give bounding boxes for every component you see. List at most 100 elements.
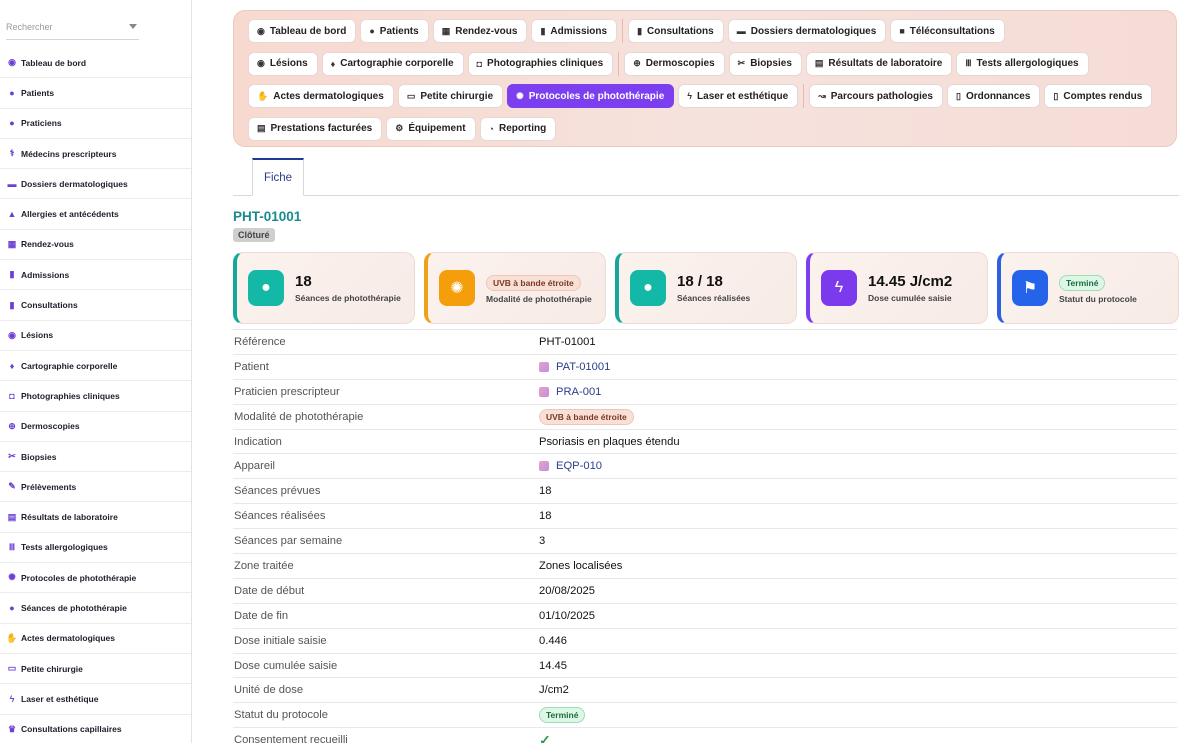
toolbar-button[interactable]: Ⅲ Tests allergologiques	[956, 51, 1089, 76]
summary-card-label: Modalité de photothérapie	[486, 293, 592, 304]
detail-label: Séances prévues	[234, 485, 321, 498]
record-link[interactable]: PAT-01001	[556, 361, 610, 373]
toolbar-button[interactable]: ▤ Résultats de laboratoire	[805, 51, 953, 76]
toolbar-button[interactable]: ◉ Lésions	[248, 51, 318, 76]
sidebar-item[interactable]: ♦ Cartographie corporelle	[0, 351, 191, 382]
summary-card-value: 18 / 18	[677, 273, 723, 290]
detail-value: J/cm2	[539, 684, 569, 697]
report-icon: ▤	[7, 511, 17, 522]
toolbar-button[interactable]: ▭ Petite chirurgie	[397, 84, 504, 108]
sidebar-item[interactable]: ✋ Actes dermatologiques	[0, 624, 191, 654]
sidebar-item[interactable]: ⚕ Médecins prescripteurs	[0, 139, 191, 170]
detail-row: Date de fin 01/10/2025	[233, 604, 1177, 629]
sidebar-item[interactable]: ♛ Consultations capillaires	[0, 715, 191, 743]
toolbar-button-label: Dossiers dermatologiques	[750, 25, 877, 37]
sidebar-item[interactable]: ✂ Biopsies	[0, 442, 191, 473]
toolbar-divider	[618, 51, 620, 76]
magnifier-icon: ⊕	[8, 420, 16, 431]
sun-icon: ✺	[439, 270, 475, 306]
record-link[interactable]: EQP-010	[556, 460, 602, 472]
toolbar-divider	[622, 19, 624, 43]
toolbar-button[interactable]: ✺ Protocoles de photothérapie	[507, 84, 675, 108]
chevron-down-icon[interactable]	[129, 24, 137, 29]
user-icon: ●	[9, 87, 15, 98]
record-link[interactable]: PRA-001	[556, 386, 601, 398]
sidebar-item-label: Prélèvements	[21, 481, 77, 492]
sidebar-item[interactable]: ◉ Lésions	[0, 321, 191, 351]
toolbar-button-label: Cartographie corporelle	[340, 58, 454, 69]
toolbar-button[interactable]: ◉ Tableau de bord	[248, 19, 357, 43]
summary-card: ✺ UVB à bande étroite Modalité de photothé…	[424, 252, 606, 324]
toolbar-button-label: Comptes rendus	[1063, 90, 1143, 102]
toolbar-button[interactable]: ▯ Ordonnances	[946, 84, 1041, 108]
sidebar-nav: ◉ Tableau de bord ● Patients ● Praticiens ⚕ Méd…	[0, 48, 191, 743]
sidebar-item[interactable]: ▲ Allergies et antécédents	[0, 199, 191, 230]
toolbar-button[interactable]: ◔ Reporting	[479, 116, 557, 141]
modality-chip: UVB à bande étroite	[539, 408, 634, 425]
sidebar-item-label: Lésions	[21, 330, 54, 341]
toolbar-button[interactable]: ▦ Rendez-vous	[432, 19, 528, 43]
toolbar-button[interactable]: ● Patients	[360, 19, 429, 43]
detail-row: Zone traitée Zones localisées	[233, 554, 1177, 579]
toolbar-divider	[803, 84, 805, 108]
video-icon: ■	[899, 26, 905, 36]
camera-icon: ◘	[9, 390, 15, 401]
detail-row: Statut du protocole Terminé	[233, 703, 1177, 729]
detail-label: Appareil	[234, 460, 276, 473]
sidebar-item[interactable]: ● Patients	[0, 78, 191, 109]
toolbar-button-label: Photographies cliniques	[487, 58, 604, 69]
sidebar-item-label: Protocoles de photothérapie	[21, 572, 137, 583]
toolbar-button[interactable]: ↝ Parcours pathologies	[809, 84, 943, 108]
toolbar-button-label: Ordonnances	[965, 90, 1031, 102]
sidebar-item[interactable]: ⊕ Dermoscopies	[0, 412, 191, 442]
calendar-icon: ▦	[441, 25, 451, 36]
sidebar-item[interactable]: ▤ Résultats de laboratoire	[0, 502, 191, 533]
sidebar-item[interactable]: ϟ Laser et esthétique	[0, 684, 191, 715]
toolbar-row: ✋ Actes dermatologiques ▭ Petite chirurgie ✺…	[248, 84, 1176, 117]
sidebar-item[interactable]: ▮ Consultations	[0, 290, 191, 321]
lightbulb-icon: ●	[248, 270, 284, 306]
toolbar-button-label: Admissions	[550, 25, 608, 37]
test-tubes-icon: Ⅲ	[965, 58, 972, 68]
toolbar-button[interactable]: ▬ Dossiers dermatologiques	[727, 19, 887, 43]
toolbar-button-label: Consultations	[647, 25, 714, 37]
sidebar-item[interactable]: ◉ Tableau de bord	[0, 48, 191, 79]
sidebar-item[interactable]: ✎ Prélèvements	[0, 472, 191, 503]
toolbar-button-label: Dermoscopies	[645, 58, 715, 69]
search-select[interactable]: Rechercher	[6, 18, 139, 40]
detail-label: Date de fin	[234, 609, 289, 622]
detail-label: Référence	[234, 335, 286, 348]
sidebar-item[interactable]: ▬ Dossiers dermatologiques	[0, 169, 191, 200]
toolbar-button[interactable]: ✋ Actes dermatologiques	[248, 84, 394, 108]
sidebar-item[interactable]: ◘ Photographies cliniques	[0, 381, 191, 412]
stethoscope-icon: ⚕	[9, 148, 15, 159]
toolbar-button[interactable]: ▮ Consultations	[628, 19, 724, 43]
tab-fiche[interactable]: Fiche	[252, 158, 304, 196]
sidebar-item[interactable]: ▮ Admissions	[0, 260, 191, 291]
toolbar-button[interactable]: ▤ Prestations facturées	[248, 116, 383, 141]
toolbar-button[interactable]: ϟ Laser et esthétique	[678, 84, 799, 108]
toolbar-button[interactable]: ⚙ Équipement	[386, 116, 476, 141]
toolbar-button[interactable]: ◘ Photographies cliniques	[467, 51, 614, 76]
sidebar-item[interactable]: Ⅲ Tests allergologiques	[0, 533, 191, 564]
toolbar-button[interactable]: ■ Téléconsultations	[890, 19, 1005, 43]
scissors-icon: ✂	[737, 58, 746, 68]
detail-row: Date de début 20/08/2025	[233, 579, 1177, 604]
toolbar-button-label: Prestations facturées	[270, 123, 373, 134]
toolbar-button-label: Tests allergologiques	[976, 58, 1079, 69]
modality-chip: UVB à bande étroite	[486, 274, 581, 291]
sidebar-item[interactable]: ▭ Petite chirurgie	[0, 654, 191, 685]
sidebar-item-label: Allergies et antécédents	[21, 209, 119, 220]
sidebar-item[interactable]: ✺ Protocoles de photothérapie	[0, 563, 191, 594]
sidebar-item[interactable]: ▦ Rendez-vous	[0, 230, 191, 261]
toolbar-button[interactable]: ⊕ Dermoscopies	[624, 51, 725, 76]
sidebar-item[interactable]: ● Séances de photothérapie	[0, 593, 191, 624]
crown-icon: ♛	[7, 723, 17, 734]
record-link-icon	[539, 386, 549, 397]
sidebar-item[interactable]: ● Praticiens	[0, 109, 191, 139]
toolbar-button[interactable]: ▮ Admissions	[531, 19, 618, 43]
toolbar-button[interactable]: ▯ Comptes rendus	[1044, 84, 1153, 108]
toolbar-button[interactable]: ✂ Biopsies	[728, 51, 802, 76]
search-placeholder: Rechercher	[6, 22, 53, 32]
toolbar-button[interactable]: ♦ Cartographie corporelle	[321, 51, 464, 76]
